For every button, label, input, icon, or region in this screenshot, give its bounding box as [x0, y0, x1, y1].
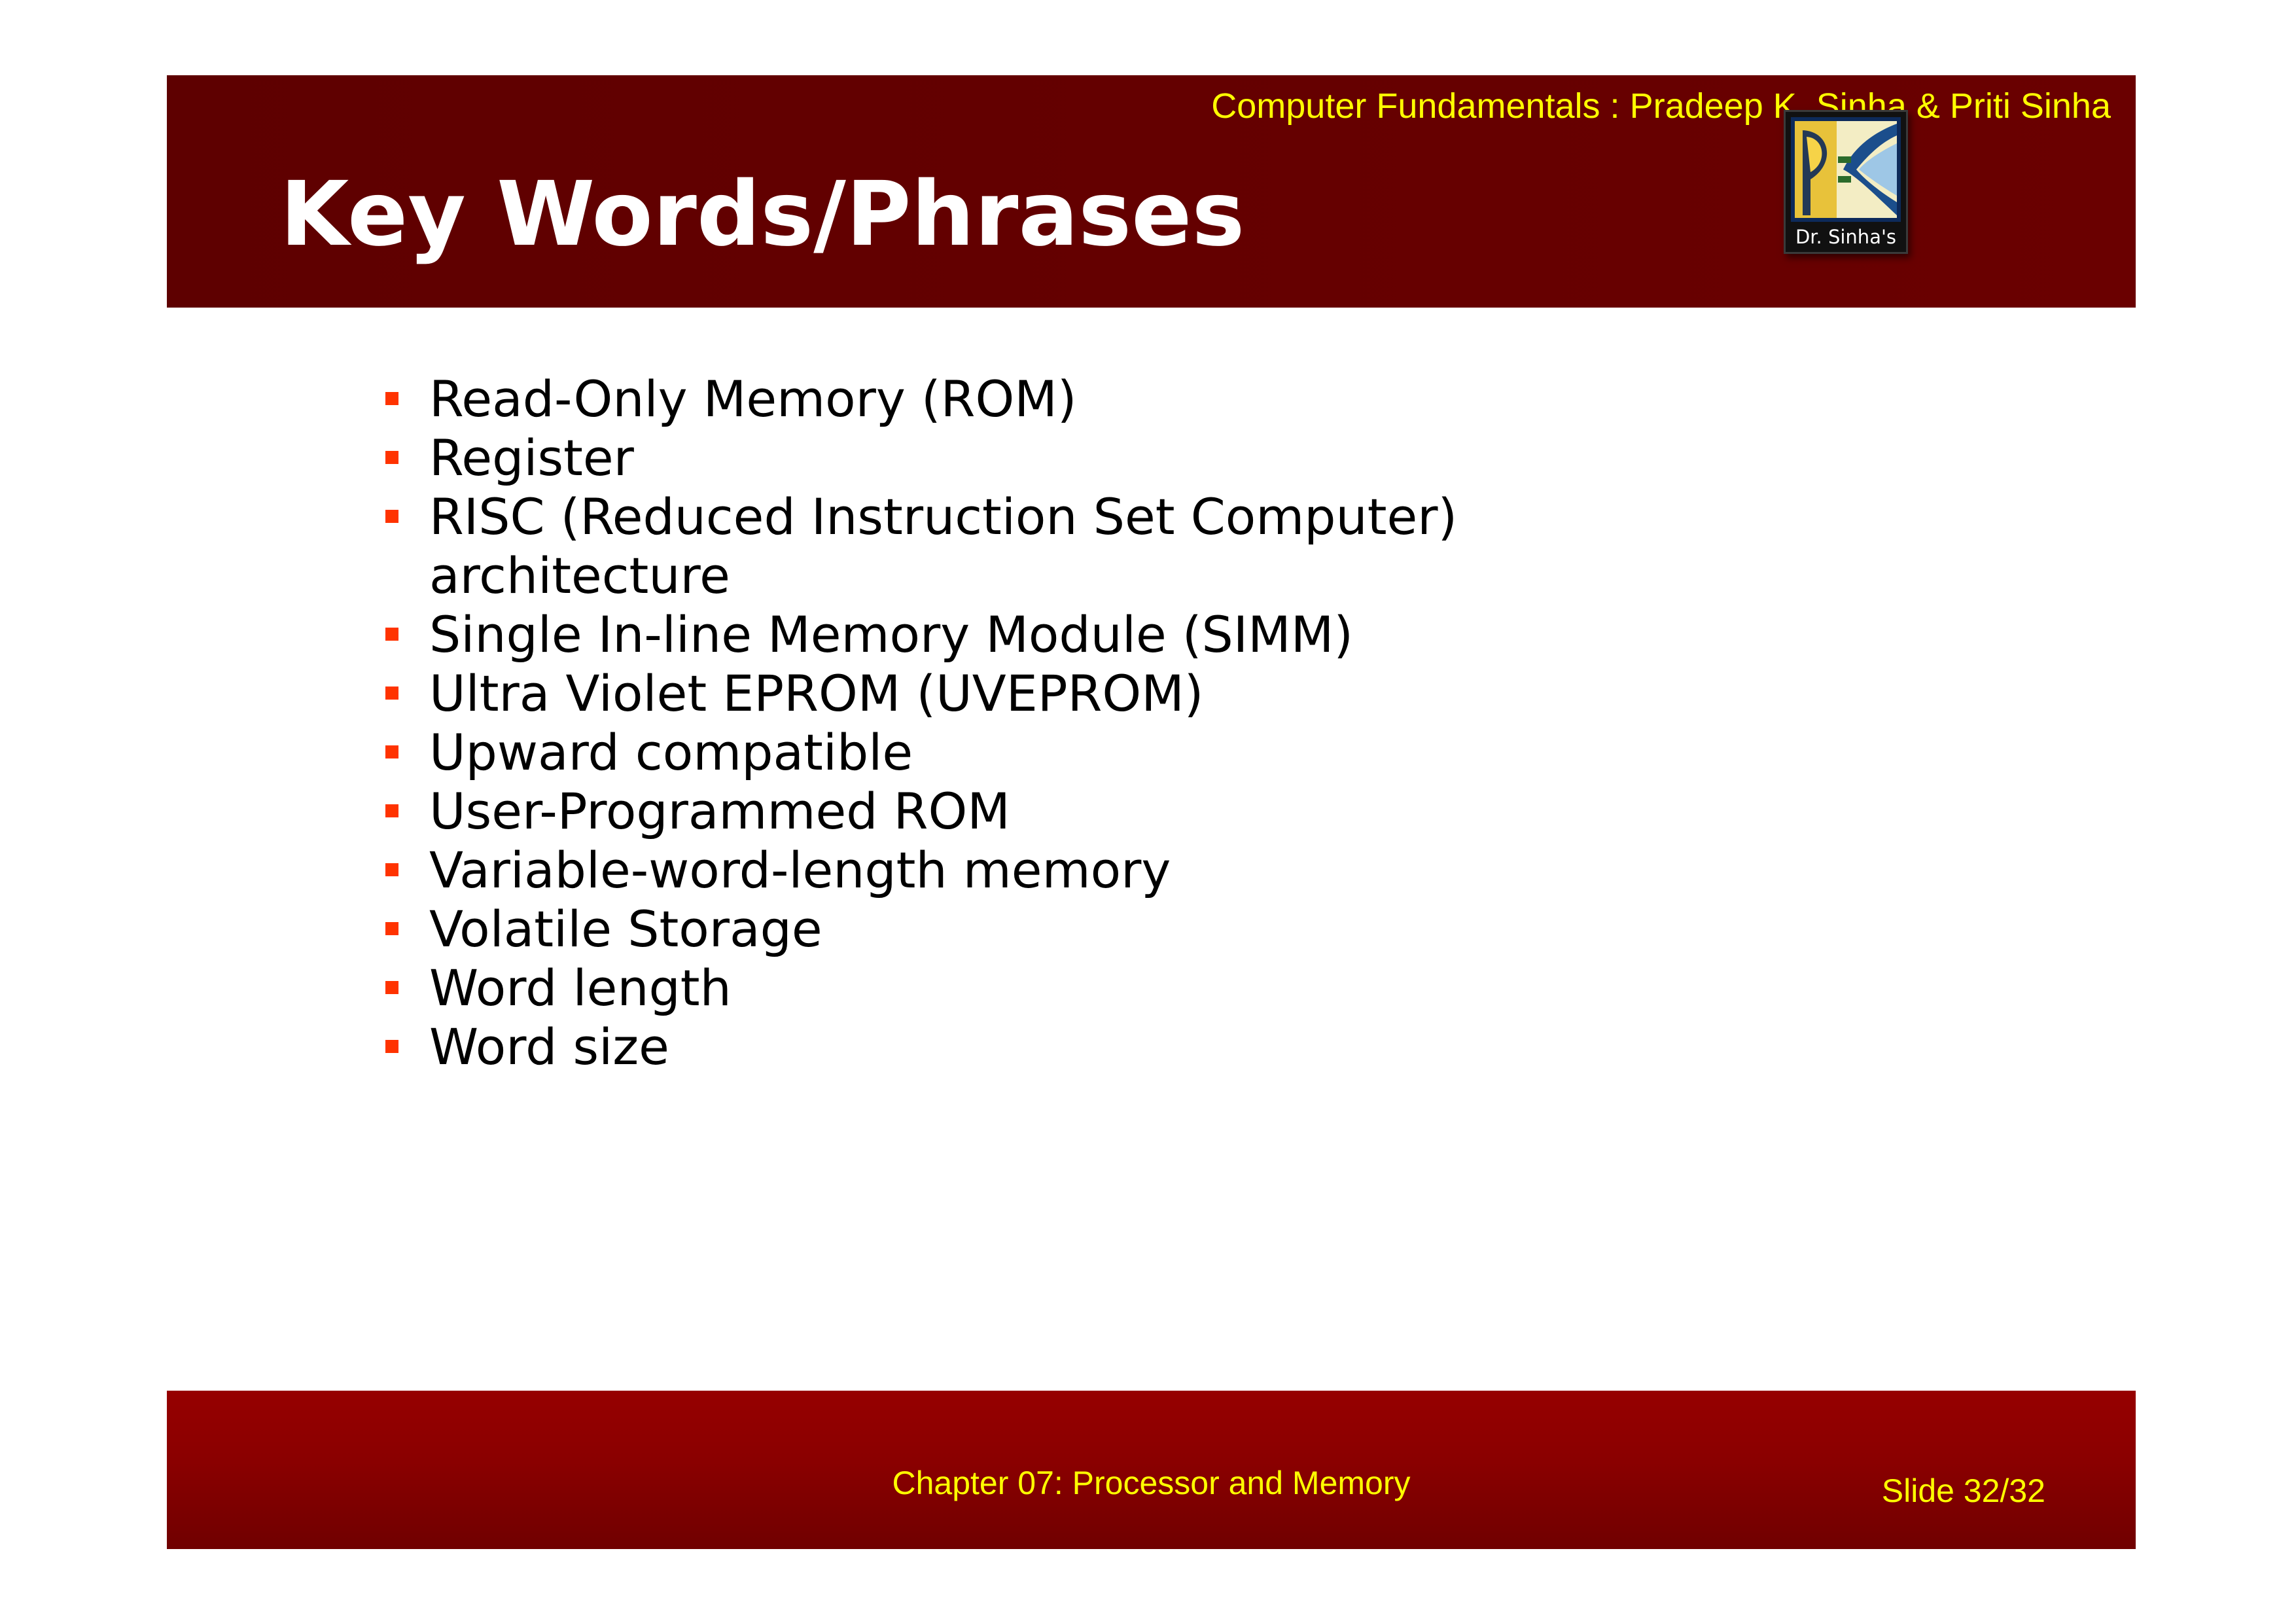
keyword-text: Variable-word-length memory [429, 841, 1171, 899]
keyword-item: Word length [381, 959, 1952, 1018]
keyword-item: Word size [381, 1018, 1952, 1077]
slide-content: Read-Only Memory (ROM) Register RISC (Redu… [381, 370, 1952, 1077]
square-bullet-icon [385, 922, 398, 935]
square-bullet-icon [385, 1040, 398, 1053]
keyword-text: Word size [429, 1018, 669, 1076]
keyword-item: Single In-line Memory Module (SIMM) [381, 605, 1952, 664]
keyword-item: Volatile Storage [381, 900, 1952, 959]
square-bullet-icon [385, 804, 398, 817]
keyword-text: Register [429, 429, 634, 487]
keyword-item: Variable-word-length memory [381, 841, 1952, 900]
keyword-list: Read-Only Memory (ROM) Register RISC (Redu… [381, 370, 1952, 1077]
footer-band: Chapter 07: Processor and Memory Slide 3… [167, 1391, 2136, 1549]
keyword-text: Volatile Storage [429, 900, 822, 958]
keyword-item: User-Programmed ROM [381, 782, 1952, 841]
keyword-text: RISC (Reduced Instruction Set Computer) a… [429, 488, 1458, 605]
keyword-text: Word length [429, 959, 732, 1017]
square-bullet-icon [385, 510, 398, 523]
keyword-text: Upward compatible [429, 723, 913, 781]
keyword-text: User-Programmed ROM [429, 782, 1010, 840]
slide-page: Computer Fundamentals : Pradeep K. Sinha… [0, 0, 2296, 1623]
square-bullet-icon [385, 745, 398, 758]
keyword-text: Read-Only Memory (ROM) [429, 370, 1077, 428]
square-bullet-icon [385, 628, 398, 641]
square-bullet-icon [385, 687, 398, 700]
book-credit: Computer Fundamentals : Pradeep K. Sinha… [1211, 86, 2111, 126]
slide-number: Slide 32/32 [1881, 1472, 2045, 1509]
square-bullet-icon [385, 451, 398, 464]
logo-text: Dr. Sinha's [1795, 226, 1897, 248]
square-bullet-icon [385, 392, 398, 405]
keyword-item: Register [381, 429, 1952, 488]
logo-emblem-icon [1791, 117, 1901, 222]
slide-title: Key Words/Phrases [280, 163, 1245, 266]
keyword-item: RISC (Reduced Instruction Set Computer) a… [381, 488, 1952, 605]
chapter-label: Chapter 07: Processor and Memory [892, 1465, 1411, 1501]
dr-sinhas-logo: Dr. Sinha's [1784, 110, 1908, 254]
keyword-item: Ultra Violet EPROM (UVEPROM) [381, 664, 1952, 723]
keyword-item: Read-Only Memory (ROM) [381, 370, 1952, 429]
square-bullet-icon [385, 863, 398, 876]
square-bullet-icon [385, 981, 398, 994]
keyword-item: Upward compatible [381, 723, 1952, 782]
keyword-text: Ultra Violet EPROM (UVEPROM) [429, 664, 1204, 722]
keyword-text: Single In-line Memory Module (SIMM) [429, 605, 1353, 664]
